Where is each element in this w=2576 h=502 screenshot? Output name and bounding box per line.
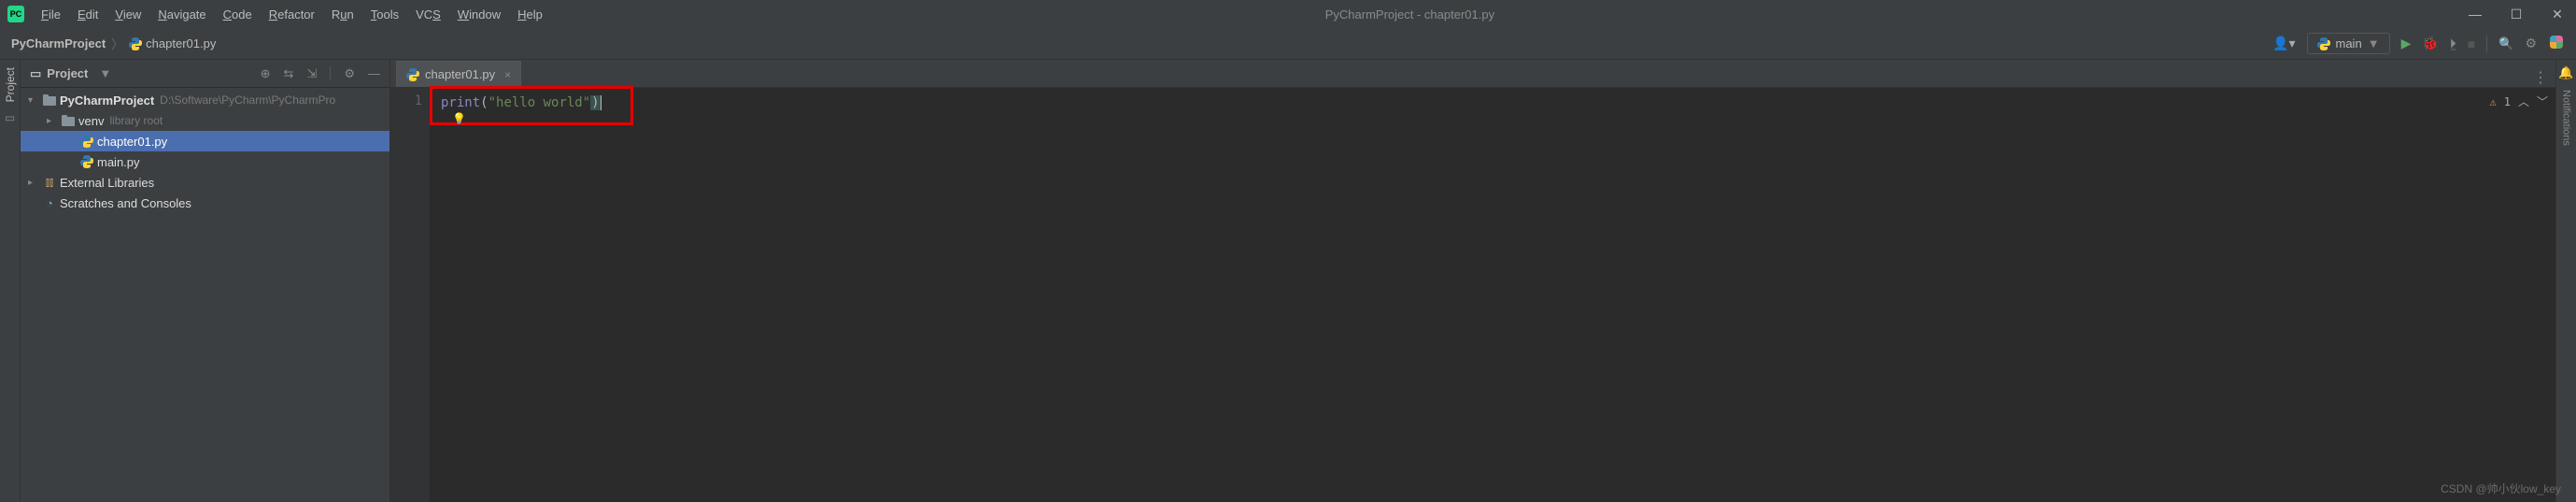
python-icon [406, 68, 419, 81]
tab-label: chapter01.py [425, 67, 495, 81]
editor-area: chapter01.py × ⋮ 1 print("hello world") … [390, 60, 2555, 502]
python-icon [2317, 37, 2330, 50]
run-config-label: main [2336, 36, 2362, 50]
menu-file[interactable]: File [41, 7, 61, 22]
select-opened-file-icon[interactable]: ⊕ [261, 66, 271, 81]
ai-assistant-icon[interactable] [2548, 34, 2565, 53]
editor-tab-chapter01[interactable]: chapter01.py × [396, 61, 521, 87]
tab-list-icon[interactable]: ⋮ [2533, 68, 2555, 87]
warning-icon: ⚠ [2490, 95, 2497, 108]
expand-icon[interactable]: ▸ [28, 178, 41, 188]
code-content[interactable]: print("hello world") 💡 ⚠ 1 ︿ ﹀ [430, 88, 2555, 502]
menubar: File Edit View Navigate Code Refactor Ru… [41, 7, 543, 22]
run-button[interactable]: ▶ [2401, 36, 2412, 51]
scratches-icon: ◔ [41, 196, 58, 210]
python-icon [78, 135, 95, 148]
menu-code[interactable]: Code [223, 7, 252, 22]
warning-count: 1 [2504, 95, 2511, 108]
project-panel-header: ▭ Project ▼ ⊕ ⇆ ⇲ ⚙ — [21, 60, 389, 88]
notifications-tool-tab[interactable]: Notifications [2561, 90, 2572, 146]
menu-help[interactable]: Help [517, 7, 543, 22]
expand-icon[interactable]: ▸ [47, 116, 60, 126]
chevron-down-icon: ▼ [99, 66, 111, 80]
navbar: PyCharmProject 〉 chapter01.py 👤▾ main ▼ … [0, 28, 2576, 60]
main: Project ▭ ▭ Project ▼ ⊕ ⇆ ⇲ ⚙ — ▾ PyCh [0, 60, 2576, 502]
titlebar: PC File Edit View Navigate Code Refactor… [0, 0, 2576, 28]
settings-icon[interactable]: ⚙ [2525, 36, 2537, 51]
coverage-button[interactable]: ⏵̤ [2450, 36, 2456, 51]
debug-button[interactable]: 🐞 [2422, 36, 2438, 51]
project-view-icon: ▭ [30, 66, 41, 81]
notifications-icon[interactable]: 🔔 [2558, 65, 2573, 80]
menu-vcs[interactable]: VCS [416, 7, 441, 22]
gear-icon[interactable]: ⚙ [344, 66, 355, 81]
watermark: CSDN @帅小伙low_key [2441, 480, 2561, 496]
app-icon: PC [7, 6, 24, 22]
structure-tool-icon[interactable]: ▭ [5, 111, 15, 124]
folder-icon [60, 115, 77, 126]
run-config-selector[interactable]: main ▼ [2307, 33, 2390, 54]
editor-inspections[interactable]: ⚠ 1 ︿ ﹀ [2490, 93, 2549, 109]
tree-venv[interactable]: ▸ venv library root [21, 110, 389, 131]
project-panel: ▭ Project ▼ ⊕ ⇆ ⇲ ⚙ — ▾ PyCharmProject D… [21, 60, 390, 502]
stop-button[interactable]: ■ [2468, 36, 2475, 51]
close-button[interactable]: ✕ [2546, 7, 2569, 22]
window-controls: ― ☐ ✕ [2464, 7, 2569, 22]
navbar-right: 👤▾ main ▼ ▶ 🐞 ⏵̤ ■ 🔍 ⚙ [2272, 33, 2565, 54]
python-icon [129, 37, 142, 50]
editor-tabbar: chapter01.py × ⋮ [390, 60, 2555, 88]
menu-navigate[interactable]: Navigate [158, 7, 205, 22]
menu-window[interactable]: Window [458, 7, 501, 22]
right-tool-gutter: 🔔 Notifications [2555, 60, 2576, 502]
prev-highlight-icon[interactable]: ︿ [2518, 93, 2529, 109]
separator [330, 66, 331, 79]
chevron-down-icon: ▼ [2368, 36, 2380, 50]
maximize-button[interactable]: ☐ [2505, 7, 2527, 22]
expand-all-icon[interactable]: ⇆ [284, 66, 294, 81]
window-title: PyCharmProject - chapter01.py [543, 7, 2277, 22]
left-tool-gutter: Project ▭ [0, 60, 21, 502]
panel-title[interactable]: ▭ Project ▼ [30, 66, 111, 81]
menu-edit[interactable]: Edit [78, 7, 98, 22]
expand-icon[interactable]: ▾ [28, 95, 41, 106]
breadcrumb-file[interactable]: chapter01.py [129, 36, 216, 50]
panel-tools: ⊕ ⇆ ⇲ ⚙ — [261, 66, 380, 81]
menu-run[interactable]: Run [332, 7, 354, 22]
minimize-button[interactable]: ― [2464, 7, 2486, 22]
tree-root[interactable]: ▾ PyCharmProject D:\Software\PyCharm\PyC… [21, 90, 389, 110]
code-editor[interactable]: 1 print("hello world") 💡 ⚠ 1 ︿ ﹀ [390, 88, 2555, 502]
project-tree[interactable]: ▾ PyCharmProject D:\Software\PyCharm\PyC… [21, 88, 389, 502]
breadcrumb[interactable]: PyCharmProject 〉 chapter01.py [11, 35, 216, 52]
python-icon [78, 155, 95, 168]
libraries-icon: ⫾⫾ [41, 175, 58, 190]
menu-refactor[interactable]: Refactor [269, 7, 315, 22]
separator [2486, 36, 2487, 52]
tree-file-main[interactable]: main.py [21, 151, 389, 172]
tree-external-libs[interactable]: ▸ ⫾⫾ External Libraries [21, 172, 389, 193]
breadcrumb-separator: 〉 [111, 35, 123, 52]
menu-view[interactable]: View [115, 7, 141, 22]
code-line[interactable]: print("hello world") [441, 93, 2555, 112]
user-icon[interactable]: 👤▾ [2272, 36, 2295, 51]
project-tool-tab[interactable]: Project [4, 67, 17, 102]
tree-file-chapter01[interactable]: chapter01.py [21, 131, 389, 151]
next-highlight-icon[interactable]: ﹀ [2537, 93, 2548, 109]
close-tab-icon[interactable]: × [504, 68, 511, 81]
collapse-all-icon[interactable]: ⇲ [306, 66, 317, 81]
tree-scratches[interactable]: ◔ Scratches and Consoles [21, 193, 389, 213]
line-gutter[interactable]: 1 [390, 88, 430, 502]
hide-panel-icon[interactable]: — [368, 66, 380, 81]
intention-bulb-icon[interactable]: 💡 [452, 112, 466, 125]
folder-icon [41, 94, 58, 106]
line-number[interactable]: 1 [390, 93, 422, 108]
search-icon[interactable]: 🔍 [2498, 36, 2513, 51]
breadcrumb-root[interactable]: PyCharmProject [11, 36, 106, 50]
menu-tools[interactable]: Tools [371, 7, 399, 22]
